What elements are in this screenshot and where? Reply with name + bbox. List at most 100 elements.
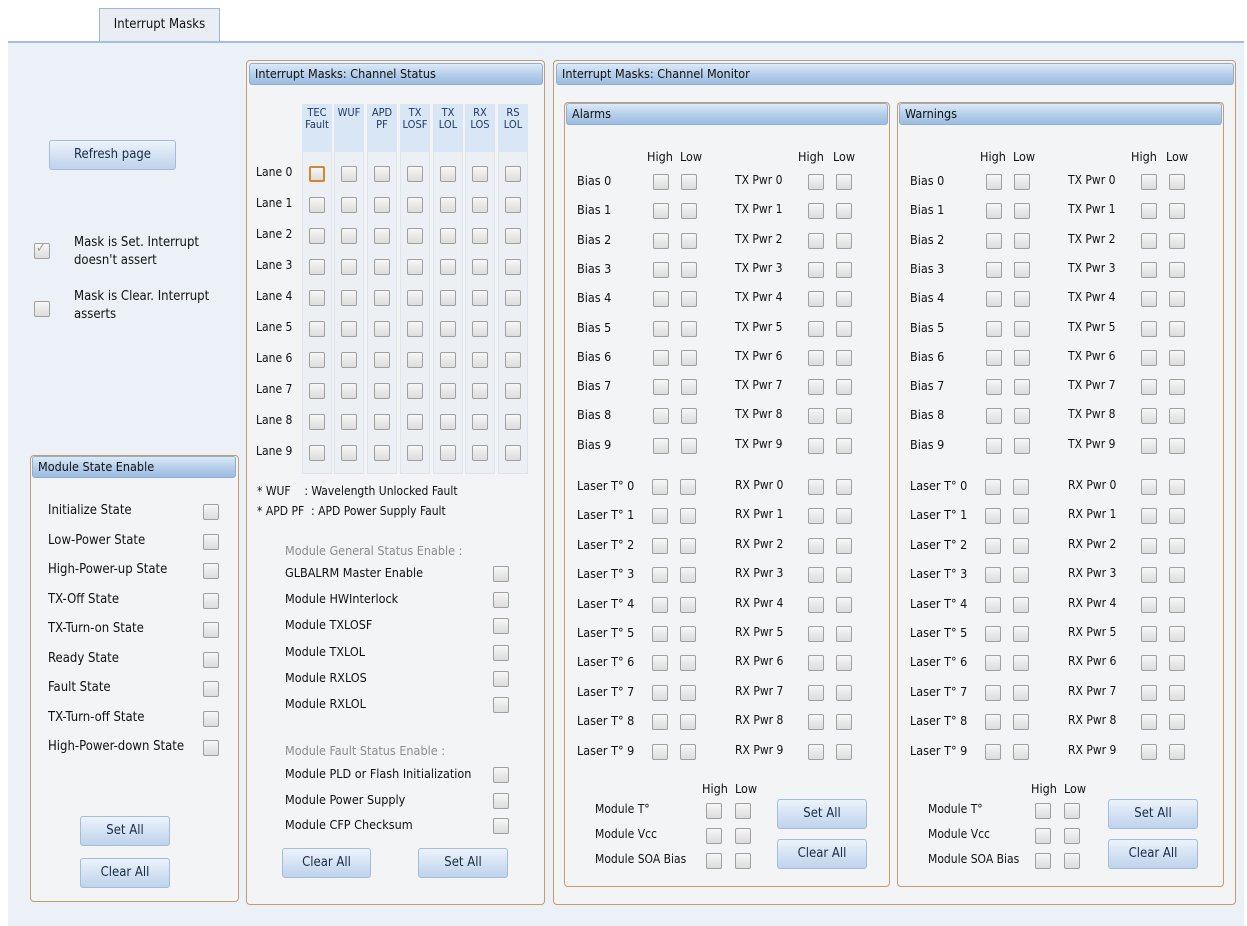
lane-2-tx-losf-checkbox[interactable] (407, 228, 423, 244)
alarms-laser-t-5-high-checkbox[interactable] (652, 626, 668, 642)
warnings-bias-2-high-checkbox[interactable] (986, 232, 1002, 249)
warnings-rx-pwr-1-high-checkbox[interactable] (1141, 508, 1157, 525)
warnings-bias-5-low-checkbox[interactable] (1014, 320, 1030, 337)
warnings-tx-pwr-4-low-checkbox[interactable] (1169, 291, 1185, 308)
warnings-laser-t-8-low-checkbox[interactable] (1013, 714, 1029, 731)
alarms-bias-3-low-checkbox[interactable] (681, 261, 697, 278)
lane-8-rs-lol-checkbox[interactable] (505, 414, 521, 430)
alarms-tx-pwr-3-high-checkbox[interactable] (808, 261, 824, 278)
alarms-rx-pwr-4-low-checkbox[interactable] (836, 596, 852, 613)
alarms-rx-pwr-8-low-checkbox[interactable] (836, 714, 852, 731)
alarms-laser-t-7-low-checkbox[interactable] (680, 684, 696, 701)
lane-6-tx-lol-checkbox[interactable] (440, 352, 456, 368)
lane-7-apd-pf-checkbox[interactable] (374, 383, 390, 399)
alarms-rx-pwr-3-low-checkbox[interactable] (836, 567, 852, 584)
warnings-laser-t-1-high-checkbox[interactable] (985, 508, 1001, 525)
alarms-bias-4-high-checkbox[interactable] (653, 291, 669, 308)
lane-4-tec-fault-checkbox[interactable] (309, 290, 325, 306)
alarms-tx-pwr-7-low-checkbox[interactable] (836, 379, 852, 396)
warnings-rx-pwr-1-low-checkbox[interactable] (1169, 508, 1185, 525)
alarms-bias-2-low-checkbox[interactable] (681, 232, 697, 249)
lane-0-tx-lol-checkbox[interactable] (440, 166, 456, 182)
alarms-bias-0-low-checkbox[interactable] (681, 174, 697, 190)
warnings-laser-t-1-low-checkbox[interactable] (1013, 508, 1029, 525)
lane-5-rs-lol-checkbox[interactable] (505, 321, 521, 337)
general-status-checkbox-module-txlol[interactable] (493, 644, 509, 661)
lane-1-tx-lol-checkbox[interactable] (440, 197, 456, 213)
lane-0-apd-pf-checkbox[interactable] (374, 166, 390, 182)
module-state-checkbox-tx-turn-on-state[interactable] (203, 622, 219, 638)
lane-0-rx-los-checkbox[interactable] (472, 166, 488, 182)
lane-1-tx-losf-checkbox[interactable] (407, 197, 423, 213)
warnings-bias-8-low-checkbox[interactable] (1014, 408, 1030, 425)
lane-3-tec-fault-checkbox[interactable] (309, 259, 325, 275)
warnings-module-t-high-checkbox[interactable] (1035, 803, 1051, 819)
lane-3-apd-pf-checkbox[interactable] (374, 259, 390, 275)
warnings-tx-pwr-7-low-checkbox[interactable] (1169, 379, 1185, 396)
warnings-bias-5-high-checkbox[interactable] (986, 320, 1002, 337)
alarms-tx-pwr-5-high-checkbox[interactable] (808, 320, 824, 337)
alarms-tx-pwr-3-low-checkbox[interactable] (836, 261, 852, 278)
alarms-laser-t-8-high-checkbox[interactable] (652, 714, 668, 731)
lane-4-rx-los-checkbox[interactable] (472, 290, 488, 306)
warnings-tx-pwr-8-low-checkbox[interactable] (1169, 408, 1185, 425)
lane-0-tx-losf-checkbox[interactable] (407, 166, 423, 182)
warnings-clear-all-button[interactable]: Clear All (1108, 839, 1198, 869)
module-state-clear-all-button[interactable]: Clear All (80, 858, 170, 888)
warnings-set-all-button[interactable]: Set All (1108, 799, 1198, 829)
alarms-bias-8-high-checkbox[interactable] (653, 408, 669, 425)
warnings-bias-7-low-checkbox[interactable] (1014, 379, 1030, 396)
alarms-rx-pwr-1-high-checkbox[interactable] (808, 508, 824, 525)
alarms-tx-pwr-6-low-checkbox[interactable] (836, 349, 852, 366)
alarms-laser-t-2-low-checkbox[interactable] (680, 537, 696, 554)
warnings-laser-t-4-low-checkbox[interactable] (1013, 596, 1029, 613)
lane-0-rs-lol-checkbox[interactable] (505, 166, 521, 182)
warnings-module-soa-bias-low-checkbox[interactable] (1064, 853, 1080, 869)
warnings-rx-pwr-6-low-checkbox[interactable] (1169, 655, 1185, 672)
warnings-laser-t-5-high-checkbox[interactable] (985, 626, 1001, 642)
warnings-rx-pwr-0-low-checkbox[interactable] (1169, 479, 1185, 495)
warnings-rx-pwr-2-low-checkbox[interactable] (1169, 537, 1185, 554)
alarms-laser-t-3-high-checkbox[interactable] (652, 567, 668, 584)
alarms-rx-pwr-9-low-checkbox[interactable] (836, 743, 852, 760)
alarms-bias-6-low-checkbox[interactable] (681, 349, 697, 366)
alarms-tx-pwr-7-high-checkbox[interactable] (808, 379, 824, 396)
channel-status-clear-all-button[interactable]: Clear All (282, 848, 371, 878)
tab-interrupt-masks[interactable]: Interrupt Masks (99, 8, 220, 42)
warnings-tx-pwr-8-high-checkbox[interactable] (1141, 408, 1157, 425)
alarms-rx-pwr-1-low-checkbox[interactable] (836, 508, 852, 525)
module-state-checkbox-ready-state[interactable] (203, 651, 219, 668)
warnings-rx-pwr-9-high-checkbox[interactable] (1141, 743, 1157, 760)
warnings-rx-pwr-3-high-checkbox[interactable] (1141, 567, 1157, 584)
warnings-rx-pwr-7-low-checkbox[interactable] (1169, 684, 1185, 701)
general-status-checkbox-glbalrm-master-enable[interactable] (493, 566, 509, 582)
alarms-rx-pwr-2-high-checkbox[interactable] (808, 537, 824, 554)
fault-status-checkbox-module-pld-or-flash-initialization[interactable] (493, 767, 509, 783)
alarms-clear-all-button[interactable]: Clear All (777, 839, 867, 869)
alarms-rx-pwr-6-high-checkbox[interactable] (808, 655, 824, 672)
alarms-bias-5-low-checkbox[interactable] (681, 320, 697, 337)
fault-status-checkbox-module-power-supply[interactable] (493, 792, 509, 809)
lane-7-tx-losf-checkbox[interactable] (407, 383, 423, 399)
warnings-module-soa-bias-high-checkbox[interactable] (1035, 853, 1051, 869)
channel-status-set-all-button[interactable]: Set All (418, 848, 508, 878)
warnings-laser-t-2-low-checkbox[interactable] (1013, 537, 1029, 554)
alarms-laser-t-1-low-checkbox[interactable] (680, 508, 696, 525)
alarms-tx-pwr-6-high-checkbox[interactable] (808, 349, 824, 366)
lane-6-tec-fault-checkbox[interactable] (309, 352, 325, 368)
general-status-checkbox-module-hwinterlock[interactable] (493, 592, 509, 609)
general-status-checkbox-module-txlosf[interactable] (493, 618, 509, 635)
warnings-laser-t-3-low-checkbox[interactable] (1013, 567, 1029, 584)
alarms-tx-pwr-8-high-checkbox[interactable] (808, 408, 824, 425)
lane-1-rs-lol-checkbox[interactable] (505, 197, 521, 213)
lane-7-tx-lol-checkbox[interactable] (440, 383, 456, 399)
lane-9-tx-lol-checkbox[interactable] (440, 445, 456, 461)
alarms-tx-pwr-4-low-checkbox[interactable] (836, 291, 852, 308)
alarms-rx-pwr-0-low-checkbox[interactable] (836, 479, 852, 495)
alarms-tx-pwr-2-high-checkbox[interactable] (808, 232, 824, 249)
alarms-laser-t-6-high-checkbox[interactable] (652, 655, 668, 672)
lane-5-wuf-checkbox[interactable] (341, 321, 357, 337)
alarms-module-soa-bias-low-checkbox[interactable] (735, 853, 751, 869)
warnings-tx-pwr-0-low-checkbox[interactable] (1169, 174, 1185, 190)
module-state-checkbox-high-power-up-state[interactable] (203, 563, 219, 579)
